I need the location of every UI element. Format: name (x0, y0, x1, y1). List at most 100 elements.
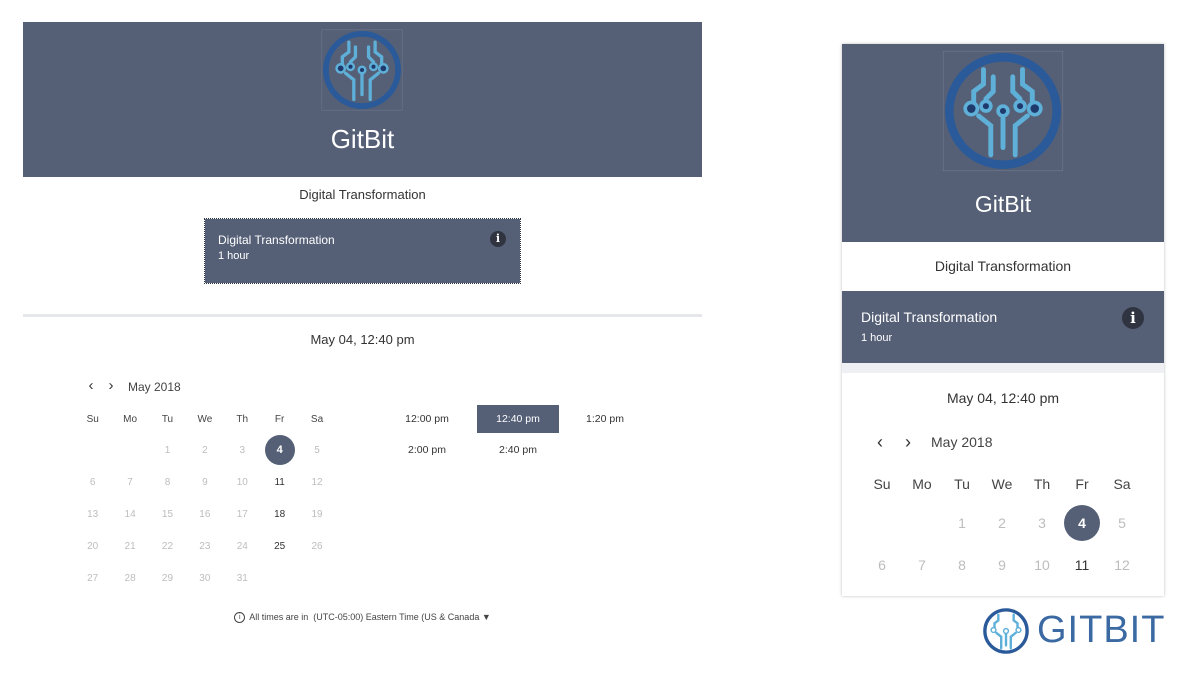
calendar-day-number: 22 (161, 540, 174, 552)
calendar-day: 15 (149, 498, 186, 530)
calendar-grid: Su Mo Tu We Th Fr Sa 1 2 3 4 5 6 7 8 9 10 11 12 (862, 466, 1144, 586)
calendar-day: 16 (186, 498, 223, 530)
service-title: Digital Transformation (299, 187, 426, 202)
calendar-day-number: 10 (1034, 557, 1050, 573)
info-icon[interactable]: i (490, 231, 506, 247)
calendar-day: 22 (149, 530, 186, 562)
service-card[interactable]: Digital Transformation 1 hour i (842, 291, 1164, 363)
time-slot[interactable]: 12:00 pm (386, 405, 468, 433)
calendar-day: 10 (1022, 544, 1062, 586)
calendar-day: 23 (186, 530, 223, 562)
weekday-header: Fr (1075, 476, 1089, 492)
time-slot[interactable]: 2:00 pm (386, 436, 468, 464)
caret-down-icon[interactable]: ▼ (482, 612, 491, 622)
calendar-day-number: 12 (311, 476, 323, 488)
calendar-day: 13 (74, 498, 111, 530)
calendar-day: 21 (111, 530, 148, 562)
weekday-header: Tu (161, 413, 174, 425)
calendar-day-number: 29 (161, 572, 174, 584)
gitbit-logo-icon (321, 29, 403, 111)
chevron-left-icon[interactable]: ‹ (872, 432, 888, 452)
calendar-day: 17 (224, 498, 261, 530)
calendar-day-number: 12 (1114, 557, 1130, 573)
calendar-empty-cell (74, 434, 111, 466)
calendar-day-number: 15 (161, 508, 174, 520)
calendar-day: 6 (74, 466, 111, 498)
calendar-day: 12 (298, 466, 335, 498)
info-icon[interactable]: i (1122, 307, 1144, 329)
calendar-day: 8 (942, 544, 982, 586)
weekday-header: Su (873, 476, 891, 492)
calendar-day: 1 (149, 434, 186, 466)
chevron-right-icon[interactable]: › (104, 378, 118, 394)
calendar-day-number: 6 (878, 557, 886, 573)
calendar-day-number: 5 (1118, 515, 1126, 531)
calendar-day[interactable]: 11 (261, 466, 298, 498)
weekday-header: Mo (123, 413, 138, 425)
service-card[interactable]: Digital Transformation 1 hour i (204, 218, 521, 284)
service-card-name: Digital Transformation (218, 233, 335, 247)
calendar-day[interactable]: 25 (261, 530, 298, 562)
calendar-day-number: 3 (1038, 515, 1046, 531)
service-card-duration: 1 hour (861, 332, 893, 344)
calendar-day: 19 (298, 498, 335, 530)
calendar-day-number: 7 (127, 476, 133, 488)
weekday-header: Sa (1113, 476, 1131, 492)
calendar-day-number: 25 (274, 540, 286, 552)
calendar-empty-cell (111, 434, 148, 466)
section-divider (842, 363, 1164, 373)
selected-datetime: May 04, 12:40 pm (946, 390, 1060, 406)
chevron-left-icon[interactable]: ‹ (84, 378, 98, 394)
calendar-day-number: 16 (199, 508, 211, 520)
weekday-header: We (991, 476, 1013, 492)
calendar-day: 30 (186, 562, 223, 594)
calendar-day-selected[interactable]: 4 (261, 434, 298, 466)
calendar-day-number: 10 (236, 476, 248, 488)
calendar-day-number: 4 (1064, 505, 1100, 541)
calendar-day-number: 5 (314, 444, 320, 456)
calendar-day: 9 (982, 544, 1022, 586)
gitbit-logo-icon (942, 50, 1064, 172)
calendar-day: 27 (74, 562, 111, 594)
calendar-day-number: 1 (164, 444, 171, 456)
calendar-empty-cell (261, 562, 298, 594)
calendar-day: 20 (74, 530, 111, 562)
time-slot[interactable]: 1:20 pm (564, 405, 646, 433)
brand-wordmark: GITBIT (1037, 609, 1166, 651)
mobile-preview: GitBit Digital Transformation Digital Tr… (842, 44, 1164, 596)
calendar-day-number: 17 (236, 508, 248, 520)
calendar-day: 5 (1102, 502, 1142, 544)
calendar-day-number: 28 (124, 572, 136, 584)
brand-name: GitBit (974, 191, 1032, 217)
timezone-value: (UTC-05:00) Eastern Time (US & Canada (313, 612, 480, 622)
calendar-day-number: 1 (958, 515, 966, 531)
calendar-day-number: 6 (89, 476, 96, 488)
calendar-day: 7 (902, 544, 942, 586)
calendar-day: 10 (224, 466, 261, 498)
calendar-day[interactable]: 11 (1062, 544, 1102, 586)
time-slot-selected[interactable]: 12:40 pm (477, 405, 559, 433)
calendar-day: 29 (149, 562, 186, 594)
month-label: May 2018 (128, 380, 181, 394)
timezone-selector[interactable]: i All times are in (UTC-05:00) Eastern Ti… (23, 612, 702, 623)
calendar-day-selected[interactable]: 4 (1062, 502, 1102, 544)
calendar-day-number: 13 (87, 508, 99, 520)
calendar-day: 31 (224, 562, 261, 594)
calendar-empty-cell (298, 562, 335, 594)
weekday-header: We (197, 413, 213, 425)
section-divider (23, 314, 702, 317)
service-card-name: Digital Transformation (861, 309, 998, 325)
calendar-day[interactable]: 18 (261, 498, 298, 530)
time-slot[interactable]: 2:40 pm (477, 436, 559, 464)
calendar-day-number: 2 (998, 515, 1006, 531)
month-label: May 2018 (931, 434, 993, 450)
weekday-header: Mo (912, 476, 932, 492)
chevron-right-icon[interactable]: › (900, 432, 916, 452)
calendar-day-number: 4 (264, 435, 295, 465)
calendar-day-number: 27 (87, 572, 99, 584)
calendar-day-number: 31 (236, 572, 248, 584)
calendar-day-number: 3 (239, 444, 246, 456)
weekday-header: Su (86, 413, 99, 425)
calendar-day-number: 20 (87, 540, 99, 552)
weekday-header: Tu (954, 476, 970, 492)
